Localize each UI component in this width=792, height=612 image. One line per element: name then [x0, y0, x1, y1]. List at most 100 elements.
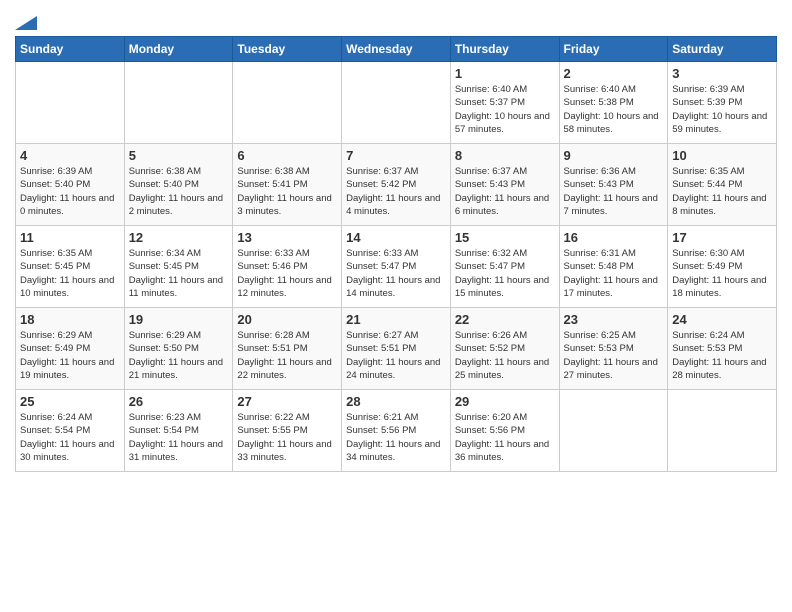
calendar-cell: 20 Sunrise: 6:28 AM Sunset: 5:51 PM Dayli…: [233, 308, 342, 390]
day-number: 1: [455, 66, 555, 81]
calendar-cell: 27 Sunrise: 6:22 AM Sunset: 5:55 PM Dayli…: [233, 390, 342, 472]
day-info: Sunrise: 6:37 AM Sunset: 5:42 PM Dayligh…: [346, 165, 446, 218]
calendar-header-row: SundayMondayTuesdayWednesdayThursdayFrid…: [16, 37, 777, 62]
day-number: 20: [237, 312, 337, 327]
day-info: Sunrise: 6:24 AM Sunset: 5:54 PM Dayligh…: [20, 411, 120, 464]
day-number: 14: [346, 230, 446, 245]
day-info: Sunrise: 6:40 AM Sunset: 5:38 PM Dayligh…: [564, 83, 664, 136]
calendar-cell: 2 Sunrise: 6:40 AM Sunset: 5:38 PM Daylig…: [559, 62, 668, 144]
col-header-thursday: Thursday: [450, 37, 559, 62]
calendar-cell: 28 Sunrise: 6:21 AM Sunset: 5:56 PM Dayli…: [342, 390, 451, 472]
col-header-saturday: Saturday: [668, 37, 777, 62]
day-info: Sunrise: 6:21 AM Sunset: 5:56 PM Dayligh…: [346, 411, 446, 464]
day-info: Sunrise: 6:35 AM Sunset: 5:44 PM Dayligh…: [672, 165, 772, 218]
day-number: 10: [672, 148, 772, 163]
day-info: Sunrise: 6:22 AM Sunset: 5:55 PM Dayligh…: [237, 411, 337, 464]
col-header-tuesday: Tuesday: [233, 37, 342, 62]
calendar-week-1: 1Sunrise: 6:40 AM Sunset: 5:37 PM Daylig…: [16, 62, 777, 144]
day-info: Sunrise: 6:25 AM Sunset: 5:53 PM Dayligh…: [564, 329, 664, 382]
calendar-cell: 7 Sunrise: 6:37 AM Sunset: 5:42 PM Daylig…: [342, 144, 451, 226]
calendar-cell: 24 Sunrise: 6:24 AM Sunset: 5:53 PM Dayli…: [668, 308, 777, 390]
day-number: 16: [564, 230, 664, 245]
calendar-cell: 16 Sunrise: 6:31 AM Sunset: 5:48 PM Dayli…: [559, 226, 668, 308]
logo-icon: [15, 16, 37, 30]
day-info: Sunrise: 6:28 AM Sunset: 5:51 PM Dayligh…: [237, 329, 337, 382]
day-number: 7: [346, 148, 446, 163]
calendar-cell: 11 Sunrise: 6:35 AM Sunset: 5:45 PM Dayli…: [16, 226, 125, 308]
calendar-cell: 18 Sunrise: 6:29 AM Sunset: 5:49 PM Dayli…: [16, 308, 125, 390]
calendar-cell: 17 Sunrise: 6:30 AM Sunset: 5:49 PM Dayli…: [668, 226, 777, 308]
day-info: Sunrise: 6:35 AM Sunset: 5:45 PM Dayligh…: [20, 247, 120, 300]
day-number: 11: [20, 230, 120, 245]
calendar-cell: 5 Sunrise: 6:38 AM Sunset: 5:40 PM Daylig…: [124, 144, 233, 226]
col-header-wednesday: Wednesday: [342, 37, 451, 62]
calendar-cell: 14 Sunrise: 6:33 AM Sunset: 5:47 PM Dayli…: [342, 226, 451, 308]
day-number: 3: [672, 66, 772, 81]
day-number: 2: [564, 66, 664, 81]
calendar-week-3: 11 Sunrise: 6:35 AM Sunset: 5:45 PM Dayli…: [16, 226, 777, 308]
calendar-cell: 23 Sunrise: 6:25 AM Sunset: 5:53 PM Dayli…: [559, 308, 668, 390]
day-number: 19: [129, 312, 229, 327]
day-info: Sunrise: 6:39 AM Sunset: 5:40 PM Dayligh…: [20, 165, 120, 218]
calendar-cell: [233, 62, 342, 144]
calendar-week-5: 25 Sunrise: 6:24 AM Sunset: 5:54 PM Dayli…: [16, 390, 777, 472]
calendar-cell: [559, 390, 668, 472]
day-info: Sunrise: 6:23 AM Sunset: 5:54 PM Dayligh…: [129, 411, 229, 464]
day-info: Sunrise: 6:33 AM Sunset: 5:46 PM Dayligh…: [237, 247, 337, 300]
day-number: 23: [564, 312, 664, 327]
day-info: Sunrise: 6:27 AM Sunset: 5:51 PM Dayligh…: [346, 329, 446, 382]
day-info: Sunrise: 6:33 AM Sunset: 5:47 PM Dayligh…: [346, 247, 446, 300]
calendar-cell: 29 Sunrise: 6:20 AM Sunset: 5:56 PM Dayli…: [450, 390, 559, 472]
calendar-cell: [124, 62, 233, 144]
day-number: 5: [129, 148, 229, 163]
day-number: 6: [237, 148, 337, 163]
calendar-cell: 1Sunrise: 6:40 AM Sunset: 5:37 PM Daylig…: [450, 62, 559, 144]
day-info: Sunrise: 6:29 AM Sunset: 5:50 PM Dayligh…: [129, 329, 229, 382]
col-header-monday: Monday: [124, 37, 233, 62]
day-info: Sunrise: 6:24 AM Sunset: 5:53 PM Dayligh…: [672, 329, 772, 382]
calendar-cell: 13Sunrise: 6:33 AM Sunset: 5:46 PM Dayli…: [233, 226, 342, 308]
day-info: Sunrise: 6:36 AM Sunset: 5:43 PM Dayligh…: [564, 165, 664, 218]
calendar-cell: 10 Sunrise: 6:35 AM Sunset: 5:44 PM Dayli…: [668, 144, 777, 226]
day-info: Sunrise: 6:37 AM Sunset: 5:43 PM Dayligh…: [455, 165, 555, 218]
col-header-friday: Friday: [559, 37, 668, 62]
day-number: 4: [20, 148, 120, 163]
day-number: 29: [455, 394, 555, 409]
col-header-sunday: Sunday: [16, 37, 125, 62]
day-number: 8: [455, 148, 555, 163]
day-number: 25: [20, 394, 120, 409]
calendar-cell: 12 Sunrise: 6:34 AM Sunset: 5:45 PM Dayli…: [124, 226, 233, 308]
day-info: Sunrise: 6:39 AM Sunset: 5:39 PM Dayligh…: [672, 83, 772, 136]
day-info: Sunrise: 6:38 AM Sunset: 5:41 PM Dayligh…: [237, 165, 337, 218]
calendar-cell: [342, 62, 451, 144]
day-info: Sunrise: 6:20 AM Sunset: 5:56 PM Dayligh…: [455, 411, 555, 464]
calendar-cell: 21Sunrise: 6:27 AM Sunset: 5:51 PM Dayli…: [342, 308, 451, 390]
calendar-cell: 19 Sunrise: 6:29 AM Sunset: 5:50 PM Dayli…: [124, 308, 233, 390]
day-number: 18: [20, 312, 120, 327]
day-info: Sunrise: 6:32 AM Sunset: 5:47 PM Dayligh…: [455, 247, 555, 300]
calendar-cell: 25 Sunrise: 6:24 AM Sunset: 5:54 PM Dayli…: [16, 390, 125, 472]
calendar-cell: 4 Sunrise: 6:39 AM Sunset: 5:40 PM Daylig…: [16, 144, 125, 226]
calendar-cell: 6 Sunrise: 6:38 AM Sunset: 5:41 PM Daylig…: [233, 144, 342, 226]
day-info: Sunrise: 6:31 AM Sunset: 5:48 PM Dayligh…: [564, 247, 664, 300]
day-number: 27: [237, 394, 337, 409]
day-info: Sunrise: 6:38 AM Sunset: 5:40 PM Dayligh…: [129, 165, 229, 218]
day-info: Sunrise: 6:30 AM Sunset: 5:49 PM Dayligh…: [672, 247, 772, 300]
calendar-cell: [16, 62, 125, 144]
calendar-cell: [668, 390, 777, 472]
calendar-table: SundayMondayTuesdayWednesdayThursdayFrid…: [15, 36, 777, 472]
day-info: Sunrise: 6:34 AM Sunset: 5:45 PM Dayligh…: [129, 247, 229, 300]
calendar-cell: 26 Sunrise: 6:23 AM Sunset: 5:54 PM Dayli…: [124, 390, 233, 472]
calendar-cell: 8 Sunrise: 6:37 AM Sunset: 5:43 PM Daylig…: [450, 144, 559, 226]
day-number: 26: [129, 394, 229, 409]
calendar-page: SundayMondayTuesdayWednesdayThursdayFrid…: [0, 0, 792, 612]
day-number: 24: [672, 312, 772, 327]
logo: [15, 14, 37, 30]
day-info: Sunrise: 6:29 AM Sunset: 5:49 PM Dayligh…: [20, 329, 120, 382]
day-number: 12: [129, 230, 229, 245]
day-number: 15: [455, 230, 555, 245]
calendar-cell: 15 Sunrise: 6:32 AM Sunset: 5:47 PM Dayli…: [450, 226, 559, 308]
header: [15, 10, 777, 30]
day-number: 28: [346, 394, 446, 409]
day-number: 17: [672, 230, 772, 245]
